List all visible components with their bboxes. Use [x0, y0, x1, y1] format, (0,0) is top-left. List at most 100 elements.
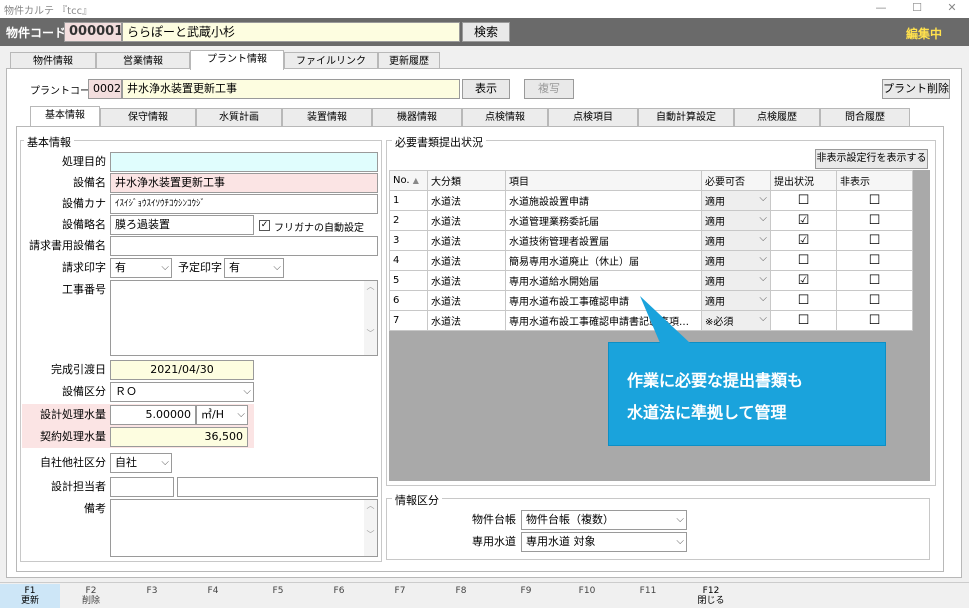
row-submitted[interactable]: ☐: [770, 190, 837, 211]
table-row[interactable]: 5 水道法 専用水道給水開始届 適用 ⌵ ☑ ☐: [389, 270, 913, 291]
tab-inquiry-history[interactable]: 問合履歴: [820, 108, 910, 126]
fkey-7[interactable]: F7: [370, 584, 430, 608]
ledger-select[interactable]: 物件台帳（複数） ⌵: [521, 510, 687, 530]
table-row[interactable]: 2 水道法 水道管理業務委託届 適用 ⌵ ☑ ☐: [389, 210, 913, 231]
row-hidden[interactable]: ☐: [836, 210, 913, 231]
row-need[interactable]: 適用 ⌵: [701, 210, 771, 231]
fkey-9[interactable]: F9: [496, 584, 556, 608]
fkey-6[interactable]: F6: [309, 584, 369, 608]
billing-name-field[interactable]: [110, 236, 378, 256]
row-no[interactable]: 7: [389, 310, 428, 331]
eq-name-field[interactable]: 井水浄水装置更新工事: [110, 173, 378, 193]
property-name[interactable]: ららぽーと武蔵小杉: [122, 22, 460, 42]
row-need[interactable]: 適用 ⌵: [701, 190, 771, 211]
row-category[interactable]: 水道法: [427, 230, 506, 251]
row-category[interactable]: 水道法: [427, 190, 506, 211]
row-hidden[interactable]: ☐: [836, 230, 913, 251]
col-category[interactable]: 大分類: [427, 170, 506, 191]
fkey-4[interactable]: F4: [183, 584, 243, 608]
row-item[interactable]: 水道管理業務委託届: [505, 210, 702, 231]
close-icon[interactable]: ✕: [945, 1, 959, 15]
work-no-field[interactable]: [110, 280, 378, 356]
row-category[interactable]: 水道法: [427, 290, 506, 311]
purpose-field[interactable]: [110, 152, 378, 172]
tab-plant-info[interactable]: プラント情報: [190, 50, 284, 70]
show-hidden-button[interactable]: 非表示設定行を表示する: [815, 149, 928, 169]
row-submitted[interactable]: ☐: [770, 310, 837, 331]
fkey-10[interactable]: F10: [557, 584, 617, 608]
minimize-icon[interactable]: —: [874, 1, 888, 15]
designer-name-field[interactable]: [177, 477, 378, 497]
col-submitted[interactable]: 提出状況: [770, 170, 837, 191]
water-select[interactable]: 専用水道 対象 ⌵: [521, 532, 687, 552]
row-no[interactable]: 2: [389, 210, 428, 231]
row-no[interactable]: 6: [389, 290, 428, 311]
show-button[interactable]: 表示: [462, 79, 510, 99]
work-no-scrollbar[interactable]: ︿ ﹀: [364, 281, 377, 355]
row-hidden[interactable]: ☐: [836, 190, 913, 211]
row-hidden[interactable]: ☐: [836, 310, 913, 331]
row-category[interactable]: 水道法: [427, 210, 506, 231]
eq-short-field[interactable]: 膜ろ過装置: [110, 215, 254, 235]
row-category[interactable]: 水道法: [427, 310, 506, 331]
plant-name[interactable]: 井水浄水装置更新工事: [122, 79, 460, 99]
row-no[interactable]: 4: [389, 250, 428, 271]
tab-basic-info[interactable]: 基本情報: [30, 106, 100, 126]
table-row[interactable]: 3 水道法 水道技術管理者設置届 適用 ⌵ ☑ ☐: [389, 230, 913, 251]
row-submitted[interactable]: ☑: [770, 270, 837, 291]
row-item[interactable]: 専用水道給水開始届: [505, 270, 702, 291]
tab-inspection-history[interactable]: 点検履歴: [734, 108, 820, 126]
tab-maintenance[interactable]: 保守情報: [100, 108, 196, 126]
row-submitted[interactable]: ☑: [770, 230, 837, 251]
fkey-3[interactable]: F3: [122, 584, 182, 608]
category-select[interactable]: ＲＯ ⌵: [110, 382, 254, 402]
col-hidden[interactable]: 非表示: [836, 170, 913, 191]
designer-code-field[interactable]: [110, 477, 174, 497]
row-need[interactable]: ※必須 ⌵: [701, 310, 771, 331]
tab-auto-calc[interactable]: 自動計算設定: [638, 108, 734, 126]
tab-equipment-info[interactable]: 機器情報: [372, 108, 462, 126]
row-submitted[interactable]: ☐: [770, 290, 837, 311]
plant-code[interactable]: 0002: [88, 79, 122, 99]
fkey-5[interactable]: F5: [248, 584, 308, 608]
copy-button[interactable]: 複写: [524, 79, 574, 99]
delete-plant-button[interactable]: プラント削除: [882, 79, 950, 99]
own-select[interactable]: 自社 ⌵: [110, 453, 172, 473]
eq-kana-field[interactable]: ｲｽｲｼﾞｮｳｽｲｿｳﾁｺｳｼﾝｺｳｼﾞ: [110, 194, 378, 214]
design-flow-field[interactable]: 5.00000: [110, 405, 196, 425]
tab-water-plan[interactable]: 水質計画: [196, 108, 282, 126]
table-row[interactable]: 1 水道法 水道施設設置申請 適用 ⌵ ☐ ☐: [389, 190, 913, 211]
row-category[interactable]: 水道法: [427, 250, 506, 271]
contract-flow-field[interactable]: 36,500: [110, 427, 248, 447]
fkey-11[interactable]: F11: [618, 584, 678, 608]
row-need[interactable]: 適用 ⌵: [701, 290, 771, 311]
row-submitted[interactable]: ☐: [770, 250, 837, 271]
row-no[interactable]: 1: [389, 190, 428, 211]
row-category[interactable]: 水道法: [427, 270, 506, 291]
remarks-field[interactable]: [110, 499, 378, 557]
row-item[interactable]: 水道技術管理者設置届: [505, 230, 702, 251]
tab-inspection-info[interactable]: 点検情報: [462, 108, 548, 126]
billing-print-select[interactable]: 有 ⌵: [110, 258, 172, 278]
auto-kana-checkbox[interactable]: ✓: [259, 220, 270, 231]
fkey-8[interactable]: F8: [431, 584, 491, 608]
design-unit-select[interactable]: ㎥/H ⌵: [196, 405, 248, 425]
row-no[interactable]: 5: [389, 270, 428, 291]
row-need[interactable]: 適用 ⌵: [701, 230, 771, 251]
row-need[interactable]: 適用 ⌵: [701, 270, 771, 291]
search-button[interactable]: 検索: [462, 22, 510, 42]
completion-date[interactable]: 2021/04/30: [110, 360, 254, 380]
fkey-12[interactable]: F12 閉じる: [681, 584, 741, 608]
row-hidden[interactable]: ☐: [836, 270, 913, 291]
col-item[interactable]: 項目: [505, 170, 702, 191]
sched-print-select[interactable]: 有 ⌵: [224, 258, 284, 278]
property-code[interactable]: 000001: [64, 22, 122, 42]
row-no[interactable]: 3: [389, 230, 428, 251]
row-hidden[interactable]: ☐: [836, 250, 913, 271]
maximize-icon[interactable]: ☐: [910, 1, 924, 15]
row-need[interactable]: 適用 ⌵: [701, 250, 771, 271]
tab-device-info[interactable]: 装置情報: [282, 108, 372, 126]
row-submitted[interactable]: ☑: [770, 210, 837, 231]
col-need[interactable]: 必要可否: [701, 170, 771, 191]
remarks-scrollbar[interactable]: ︿ ﹀: [364, 500, 377, 556]
